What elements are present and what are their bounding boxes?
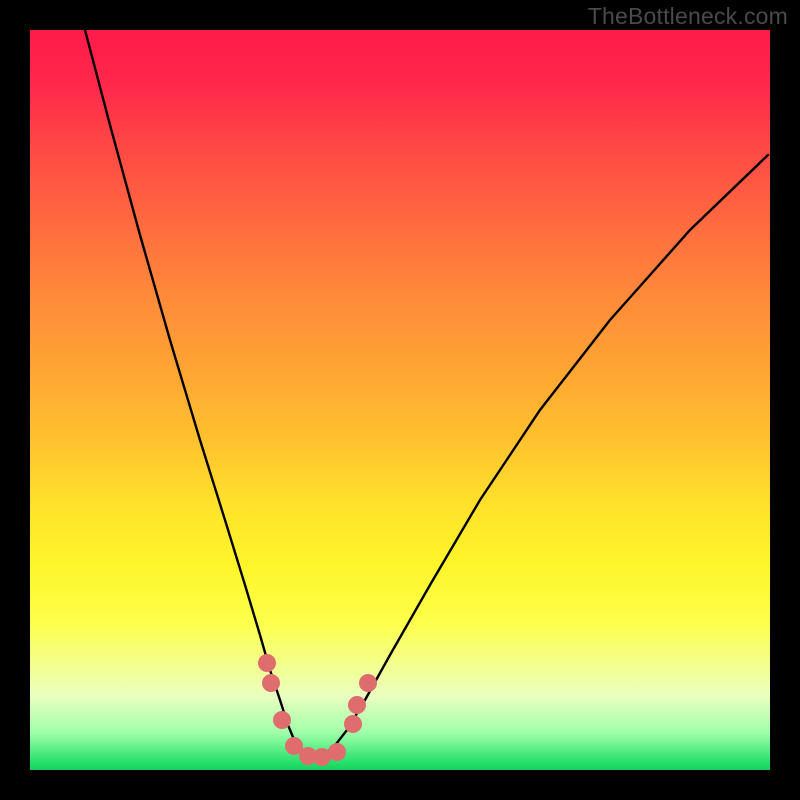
curve-marker [258, 654, 276, 672]
curve-marker [262, 674, 280, 692]
watermark-text: TheBottleneck.com [588, 3, 788, 30]
curve-marker [359, 674, 377, 692]
curve-marker [273, 711, 291, 729]
curve-marker [344, 715, 362, 733]
marker-group [258, 654, 377, 766]
curve-marker [328, 743, 346, 761]
plot-area [30, 30, 770, 770]
curve-marker [348, 696, 366, 714]
chart-frame: TheBottleneck.com [0, 0, 800, 800]
bottleneck-curve-path [85, 30, 768, 757]
bottleneck-curve-svg [30, 30, 770, 770]
